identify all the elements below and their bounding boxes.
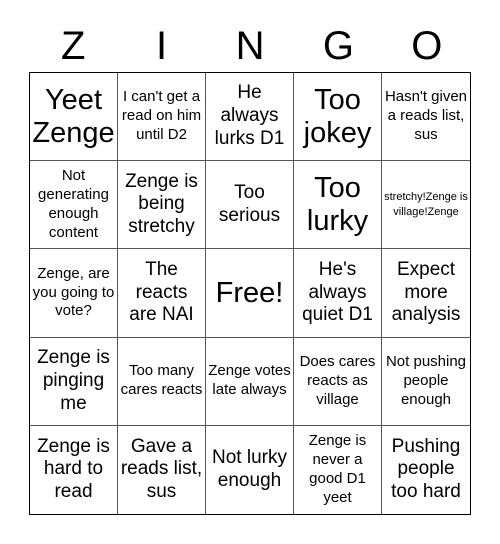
bingo-cell-text: Free!: [215, 276, 284, 309]
bingo-cell-text: Expect more analysis: [391, 258, 461, 326]
bingo-cell[interactable]: Not generating enough content: [30, 161, 118, 250]
header-letter-g: G: [322, 24, 354, 68]
bingo-cell-text: Too lurky: [306, 172, 369, 237]
bingo-board: Yeet Zenge I can't get a read on him unti…: [29, 72, 471, 515]
bingo-cell-text: I can't get a read on him until D2: [121, 88, 202, 143]
bingo-cell-text: Not generating enough content: [38, 167, 109, 241]
bingo-cell[interactable]: Zenge is hard to read: [30, 425, 118, 514]
bingo-cell[interactable]: Hasn't given a reads list, sus: [382, 73, 470, 162]
bingo-cell-text: Hasn't given a reads list, sus: [384, 88, 468, 143]
bingo-cell-text: Not lurky enough: [212, 447, 287, 491]
bingo-cell-text: stretchy!Zenge is village!Zenge: [384, 191, 468, 218]
bingo-cell-text: Not pushing people enough: [385, 353, 467, 408]
header-letter-n: N: [235, 24, 265, 68]
bingo-cell-free[interactable]: Free!: [206, 249, 294, 338]
bingo-header: Z I N G O: [29, 20, 471, 72]
bingo-cell[interactable]: The reacts are NAI: [118, 249, 206, 338]
bingo-cell-text: The reacts are NAI: [129, 258, 194, 326]
bingo-cell[interactable]: Zenge is being stretchy: [118, 161, 206, 250]
bingo-cell[interactable]: Too jokey: [294, 73, 382, 162]
bingo-cell-text: Zenge votes late always: [208, 362, 291, 399]
bingo-cell[interactable]: He's always quiet D1: [294, 249, 382, 338]
bingo-cell-text: He's always quiet D1: [302, 258, 373, 326]
bingo-cell-text: Zenge is hard to read: [37, 435, 110, 503]
header-letter-z: Z: [60, 24, 86, 68]
bingo-cell[interactable]: Not lurky enough: [206, 425, 294, 514]
bingo-cell-text: Too jokey: [303, 84, 372, 149]
header-letter-o: O: [411, 24, 443, 68]
bingo-cell[interactable]: Too lurky: [294, 161, 382, 250]
bingo-cell[interactable]: Too many cares reacts: [118, 337, 206, 426]
bingo-cell-text: Zenge is being stretchy: [125, 170, 198, 238]
bingo-cell[interactable]: He always lurks D1: [206, 73, 294, 162]
header-letter-i: I: [156, 24, 168, 68]
bingo-cell[interactable]: Too serious: [206, 161, 294, 250]
bingo-cell[interactable]: Gave a reads list, sus: [118, 425, 206, 514]
bingo-cell-text: Zenge is pinging me: [37, 347, 110, 414]
bingo-cell[interactable]: stretchy!Zenge is village!Zenge: [382, 161, 470, 250]
bingo-cell[interactable]: Pushing people too hard: [382, 426, 470, 514]
bingo-cell[interactable]: Zenge is pinging me: [30, 337, 118, 426]
bingo-cell-text: Yeet Zenge: [32, 84, 115, 149]
bingo-cell-text: Does cares reacts as village: [299, 353, 376, 408]
bingo-cell-text: Gave a reads list, sus: [120, 435, 203, 503]
bingo-cell-text: Too many cares reacts: [120, 362, 203, 399]
bingo-cell[interactable]: Yeet Zenge: [30, 73, 118, 162]
bingo-cell-text: Zenge is never a good D1 yeet: [308, 432, 367, 506]
bingo-cell[interactable]: I can't get a read on him until D2: [118, 73, 206, 162]
bingo-cell-text: Pushing people too hard: [391, 435, 461, 503]
bingo-cell-text: Zenge, are you going to vote?: [32, 264, 115, 320]
bingo-cell[interactable]: Does cares reacts as village: [294, 337, 382, 426]
bingo-cell[interactable]: Zenge is never a good D1 yeet: [294, 425, 382, 514]
bingo-cell[interactable]: Zenge, are you going to vote?: [30, 249, 118, 338]
bingo-cell[interactable]: Not pushing people enough: [382, 338, 470, 426]
bingo-cell-text: He always lurks D1: [214, 82, 285, 149]
bingo-cell[interactable]: Zenge votes late always: [206, 337, 294, 426]
bingo-cell[interactable]: Expect more analysis: [382, 249, 470, 338]
bingo-cell-text: Too serious: [218, 181, 281, 226]
